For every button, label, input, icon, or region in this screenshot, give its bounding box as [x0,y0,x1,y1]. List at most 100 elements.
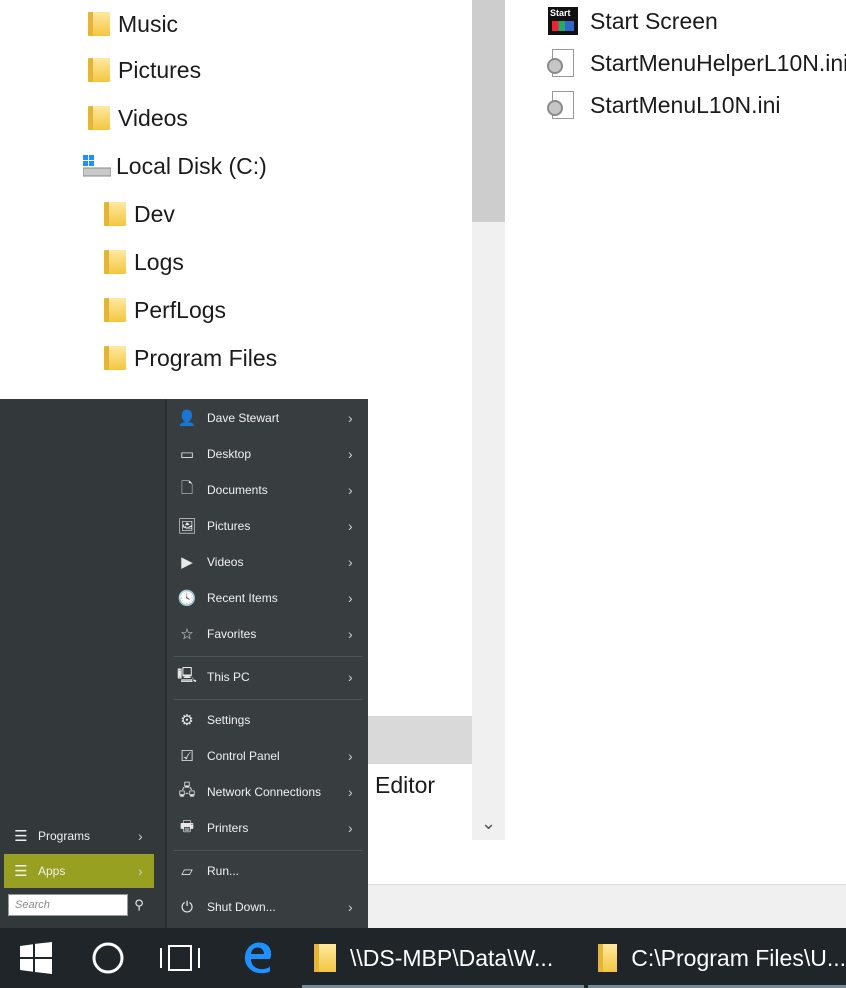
cortana-button[interactable] [72,928,144,988]
folder-icon [100,247,130,277]
menu-item-label: Pictures [207,519,251,533]
menu-item-label: Network Connections [207,785,322,799]
programs-label: Programs [38,829,91,843]
ini-file-icon [547,48,578,78]
search-input[interactable] [8,894,128,916]
taskbar-app-program-files-folder[interactable]: C:\Program Files\U... [588,928,846,988]
chevron-right-icon: › [348,820,353,836]
task-view-icon [160,945,200,971]
desktop-icon: ▭ [179,446,195,463]
tree-item-program-files[interactable]: Program Files [100,334,277,382]
tree-item-local-disk[interactable]: Local Disk (C:) [82,142,267,190]
start-menu-right-column: 👤 Dave Stewart › ▭ Desktop › 🗋 Documents… [167,399,368,928]
tree-item-videos[interactable]: Videos [84,94,188,142]
tree-item-pictures[interactable]: Pictures [84,46,201,94]
menu-item-videos[interactable]: ▶ Videos › [167,544,368,580]
videos-folder-icon [84,103,114,133]
chevron-right-icon: › [348,899,353,915]
windows-logo-icon [20,942,52,974]
chevron-right-icon: › [138,863,143,879]
menu-item-label: Shut Down... [207,900,276,914]
tree-item-label: Logs [134,248,184,275]
network-icon: 🖧 [178,781,196,799]
scroll-down-icon[interactable]: ⌄ [472,806,505,840]
menu-item-settings[interactable]: ⚙ Settings [167,702,368,738]
chevron-right-icon: › [348,784,353,800]
file-list: Start Start Screen StartMenuHelperL10N.i… [540,0,846,884]
apps-label: Apps [38,864,66,878]
menu-item-user[interactable]: 👤 Dave Stewart › [167,400,368,436]
cortana-circle-icon [92,942,124,974]
menu-item-label: Documents [207,483,268,497]
run-icon: ▱ [181,863,193,880]
tree-item-label: Dev [134,200,175,227]
pictures-icon: 🖼 [177,518,197,535]
programs-button[interactable]: ☰ Programs › [4,819,154,853]
file-name: Start Screen [590,7,718,34]
star-icon: ☆ [180,626,194,643]
taskbar: \\DS-MBP\Data\W... C:\Program Files\U... [0,928,846,988]
menu-item-shut-down[interactable]: ⏻ Shut Down... › [167,889,368,925]
menu-item-pictures[interactable]: 🖼 Pictures › [167,508,368,544]
document-icon: 🗋 [180,479,194,497]
tree-item-perflogs[interactable]: PerfLogs [100,286,226,334]
tree-item-label: Videos [118,104,188,131]
computer-icon: 🖳 [176,666,197,684]
chevron-right-icon: › [348,446,353,462]
status-bar [368,884,846,928]
menu-item-network-connections[interactable]: 🖧 Network Connections › [167,774,368,810]
power-icon: ⏻ [181,898,193,916]
menu-item-desktop[interactable]: ▭ Desktop › [167,436,368,472]
tree-item-music[interactable]: Music [84,0,178,48]
task-view-button[interactable] [144,928,216,988]
gear-icon: ⚙ [180,712,194,729]
taskbar-app-label: C:\Program Files\U... [631,944,846,971]
chevron-right-icon: › [348,590,353,606]
menu-item-run[interactable]: ▱ Run... [167,853,368,889]
apps-button[interactable]: ☰ Apps › [4,854,154,888]
chevron-right-icon: › [348,748,353,764]
menu-item-documents[interactable]: 🗋 Documents › [167,472,368,508]
tree-item-dev[interactable]: Dev [100,190,175,238]
folder-icon [100,343,130,373]
taskbar-app-label: \\DS-MBP\Data\W... [350,944,554,971]
menu-item-this-pc[interactable]: 🖳 This PC › [167,659,368,695]
start-screen-shortcut-icon: Start [548,6,578,36]
menu-item-label: Dave Stewart [207,411,280,425]
menu-separator [173,850,363,851]
search-icon[interactable]: ⚲ [130,894,148,916]
taskbar-app-network-folder[interactable]: \\DS-MBP\Data\W... [302,928,584,988]
chevron-right-icon: › [138,828,143,844]
scrollbar-thumb[interactable] [472,0,505,222]
folder-icon [100,199,130,229]
tree-item-logs[interactable]: Logs [100,238,184,286]
menu-item-favorites[interactable]: ☆ Favorites › [167,616,368,652]
file-item-start-screen[interactable]: Start Start Screen [548,0,718,42]
menu-item-label: Recent Items [207,591,278,605]
control-panel-icon: ☑ [180,748,194,765]
tree-item-label: PerfLogs [134,296,227,323]
menu-item-label: This PC [207,670,250,684]
tree-item-label: Pictures [118,56,202,83]
menu-item-recent-items[interactable]: 🕓 Recent Items › [167,580,368,616]
file-item-startmenu-ini[interactable]: StartMenuL10N.ini [547,84,781,126]
list-icon: ☰ [14,828,28,845]
start-menu-left-column: ☰ Programs › ☰ Apps › ⚲ [0,399,165,928]
menu-item-label: Favorites [207,627,257,641]
ini-file-icon [547,90,578,120]
menu-separator [173,656,363,657]
printer-icon: 🖶 [179,817,195,835]
music-folder-icon [84,9,114,39]
menu-item-printers[interactable]: 🖶 Printers › [167,810,368,846]
chevron-right-icon: › [348,410,353,426]
list-icon: ☰ [14,863,28,880]
videos-icon: ▶ [181,554,193,571]
start-menu: ☰ Programs › ☰ Apps › ⚲ 👤 Dave Stewart ›… [0,399,368,928]
tree-item-label-partial[interactable]: Editor [375,772,435,799]
start-button[interactable] [0,928,72,988]
edge-button[interactable] [216,928,300,988]
menu-item-control-panel[interactable]: ☑ Control Panel › [167,738,368,774]
file-item-startmenuhelper-ini[interactable]: StartMenuHelperL10N.ini [547,42,846,84]
navigation-scrollbar[interactable]: ⌄ [472,0,505,840]
folder-icon [598,944,618,972]
